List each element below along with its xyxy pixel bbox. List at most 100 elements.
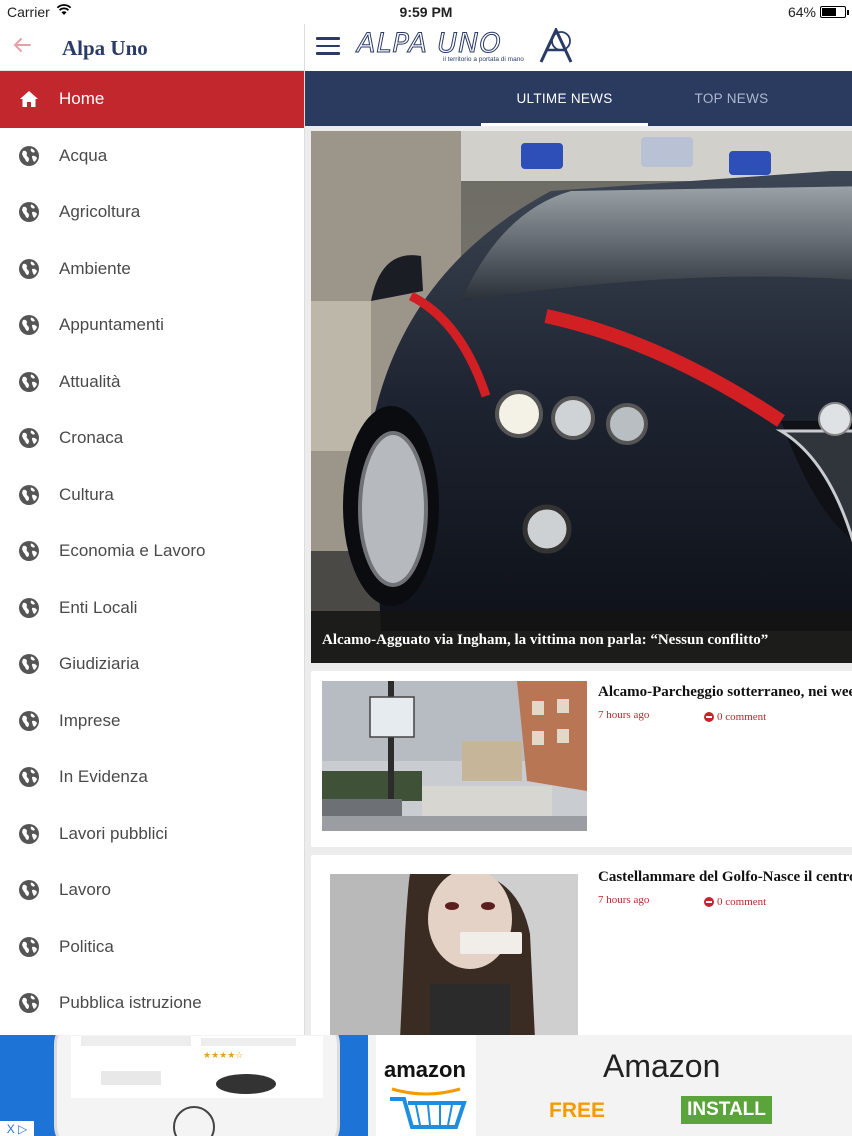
sidebar-menu: Home Acqua Agricoltura Ambiente Appuntamenti…: [0, 71, 304, 1032]
sidebar-item-label: Cronaca: [59, 428, 124, 448]
article-card[interactable]: Castellammare del Golfo-Nasce il centro …: [311, 855, 852, 1035]
ad-phone-home-button: [173, 1106, 215, 1136]
comment-count: 0 comment: [717, 711, 767, 723]
sidebar-item-politica[interactable]: Politica: [0, 919, 304, 976]
sidebar-item-label: Pubblica istruzione: [59, 993, 202, 1013]
sidebar-item-appuntamenti[interactable]: Appuntamenti: [0, 297, 304, 354]
sidebar-item-label: Appuntamenti: [59, 315, 164, 335]
sidebar-item-label: Politica: [59, 936, 114, 956]
featured-image: [311, 131, 852, 663]
globe-icon: [18, 258, 40, 280]
ad-free-label: FREE: [549, 1099, 606, 1122]
globe-icon: [18, 484, 40, 506]
amazon-app-icon: amazon: [376, 1035, 476, 1136]
featured-caption: Alcamo-Agguato via Ingham, la vittima no…: [322, 632, 769, 648]
sidebar-item-in-evidenza[interactable]: In Evidenza: [0, 749, 304, 806]
sidebar-title: Alpa Uno: [62, 36, 148, 60]
tab-bar: ULTIME NEWS TOP NEWS: [305, 71, 852, 126]
globe-icon: [18, 314, 40, 336]
globe-icon: [18, 653, 40, 675]
comment-icon: [704, 897, 714, 907]
article-title: Castellammare del Golfo-Nasce il centro: [598, 869, 852, 885]
amazon-wordmark: amazon: [384, 1057, 466, 1082]
globe-icon: [18, 823, 40, 845]
sidebar-item-attualità[interactable]: Attualità: [0, 354, 304, 411]
comment-count: 0 comment: [717, 896, 767, 908]
article-time: 7 hours ago: [598, 894, 650, 906]
article-card[interactable]: Alcamo-Parcheggio sotterraneo, nei wee 7…: [311, 671, 852, 847]
sidebar-item-label: Acqua: [59, 145, 108, 165]
globe-icon: [18, 766, 40, 788]
sidebar-item-ambiente[interactable]: Ambiente: [0, 241, 304, 298]
ad-title: Amazon: [603, 1048, 721, 1084]
status-bar: Carrier 9:59 PM 64%: [0, 0, 852, 24]
article-comments[interactable]: 0 comment: [704, 896, 766, 908]
sidebar-item-label: Giudiziaria: [59, 654, 140, 674]
sidebar-item-lavori-pubblici[interactable]: Lavori pubblici: [0, 806, 304, 863]
ad-choices-icon[interactable]: X ▷: [0, 1121, 34, 1136]
globe-icon: [18, 371, 40, 393]
sidebar-item-economia-e-lavoro[interactable]: Economia e Lavoro: [0, 523, 304, 580]
logo-text: ALPA UNO: [357, 28, 502, 60]
globe-icon: [18, 145, 40, 167]
sidebar: Alpa Uno Home Acqua Agricoltura Ambiente App…: [0, 24, 305, 1035]
ad-install-button[interactable]: INSTALL: [681, 1096, 772, 1124]
tab-label: TOP NEWS: [694, 91, 769, 106]
featured-article[interactable]: Alcamo-Agguato via Ingham, la vittima no…: [311, 131, 852, 663]
news-feed[interactable]: Alcamo-Agguato via Ingham, la vittima no…: [305, 126, 852, 1035]
comment-icon: [704, 712, 714, 722]
sidebar-item-acqua[interactable]: Acqua: [0, 128, 304, 185]
sidebar-item-home[interactable]: Home: [0, 71, 304, 128]
sidebar-item-label: Lavoro: [59, 880, 111, 900]
arrow-left-icon[interactable]: [10, 33, 34, 57]
logo-tagline: il territorio a portata di mano: [443, 56, 524, 63]
sidebar-item-enti-locali[interactable]: Enti Locali: [0, 580, 304, 637]
sidebar-item-cultura[interactable]: Cultura: [0, 467, 304, 524]
sidebar-item-label: Agricoltura: [59, 202, 141, 222]
sidebar-item-cronaca[interactable]: Cronaca: [0, 410, 304, 467]
clock: 9:59 PM: [399, 4, 453, 20]
sidebar-item-agricoltura[interactable]: Agricoltura: [0, 184, 304, 241]
sidebar-item-label: Cultura: [59, 484, 114, 504]
article-comments[interactable]: 0 comment: [704, 711, 766, 723]
globe-icon: [18, 936, 40, 958]
logo-mark-icon: [539, 28, 573, 63]
article-thumbnail: [330, 874, 578, 1035]
sidebar-item-label: Economia e Lavoro: [59, 541, 206, 561]
sidebar-item-giudiziaria[interactable]: Giudiziaria: [0, 636, 304, 693]
svg-text:★★★★☆: ★★★★☆: [203, 1051, 243, 1061]
app-header: ALPA UNO il territorio a portata di mano: [305, 24, 852, 71]
ad-banner[interactable]: ★★★★☆ amazon Amazon FREE INSTALL X ▷: [0, 1035, 852, 1136]
sidebar-item-label: Imprese: [59, 710, 121, 730]
sidebar-item-imprese[interactable]: Imprese: [0, 693, 304, 750]
battery-percent: 64%: [787, 4, 816, 20]
globe-icon: [18, 879, 40, 901]
tab-top-news[interactable]: TOP NEWS: [648, 71, 815, 126]
sidebar-header: Alpa Uno: [0, 24, 304, 71]
cart-icon: [390, 1087, 467, 1129]
sidebar-item-label: In Evidenza: [59, 767, 148, 787]
sidebar-item-label: Ambiente: [59, 258, 131, 278]
globe-icon: [18, 540, 40, 562]
brand-logo: ALPA UNO il territorio a portata di mano: [357, 28, 577, 68]
article-thumbnail: [322, 681, 587, 831]
sidebar-item-lavoro[interactable]: Lavoro: [0, 862, 304, 919]
sidebar-item-pubblica-istruzione[interactable]: Pubblica istruzione: [0, 975, 304, 1032]
globe-icon: [18, 710, 40, 732]
battery-icon: [820, 6, 849, 18]
globe-icon: [18, 992, 40, 1014]
hamburger-icon[interactable]: [316, 37, 340, 57]
sidebar-item-label: Home: [59, 89, 105, 109]
sidebar-item-label: Attualità: [59, 371, 121, 391]
ad-phone-screen: ★★★★☆: [71, 1036, 323, 1098]
tab-label: ULTIME NEWS: [516, 91, 613, 106]
article-time: 7 hours ago: [598, 709, 650, 721]
globe-icon: [18, 201, 40, 223]
home-icon: [18, 88, 40, 110]
sidebar-item-label: Enti Locali: [59, 597, 138, 617]
globe-icon: [18, 597, 40, 619]
tab-ultime-news[interactable]: ULTIME NEWS: [481, 71, 648, 126]
article-title: Alcamo-Parcheggio sotterraneo, nei wee: [598, 684, 852, 700]
sidebar-item-label: Lavori pubblici: [59, 823, 168, 843]
ad-phone-illustration: ★★★★☆: [54, 1035, 340, 1136]
